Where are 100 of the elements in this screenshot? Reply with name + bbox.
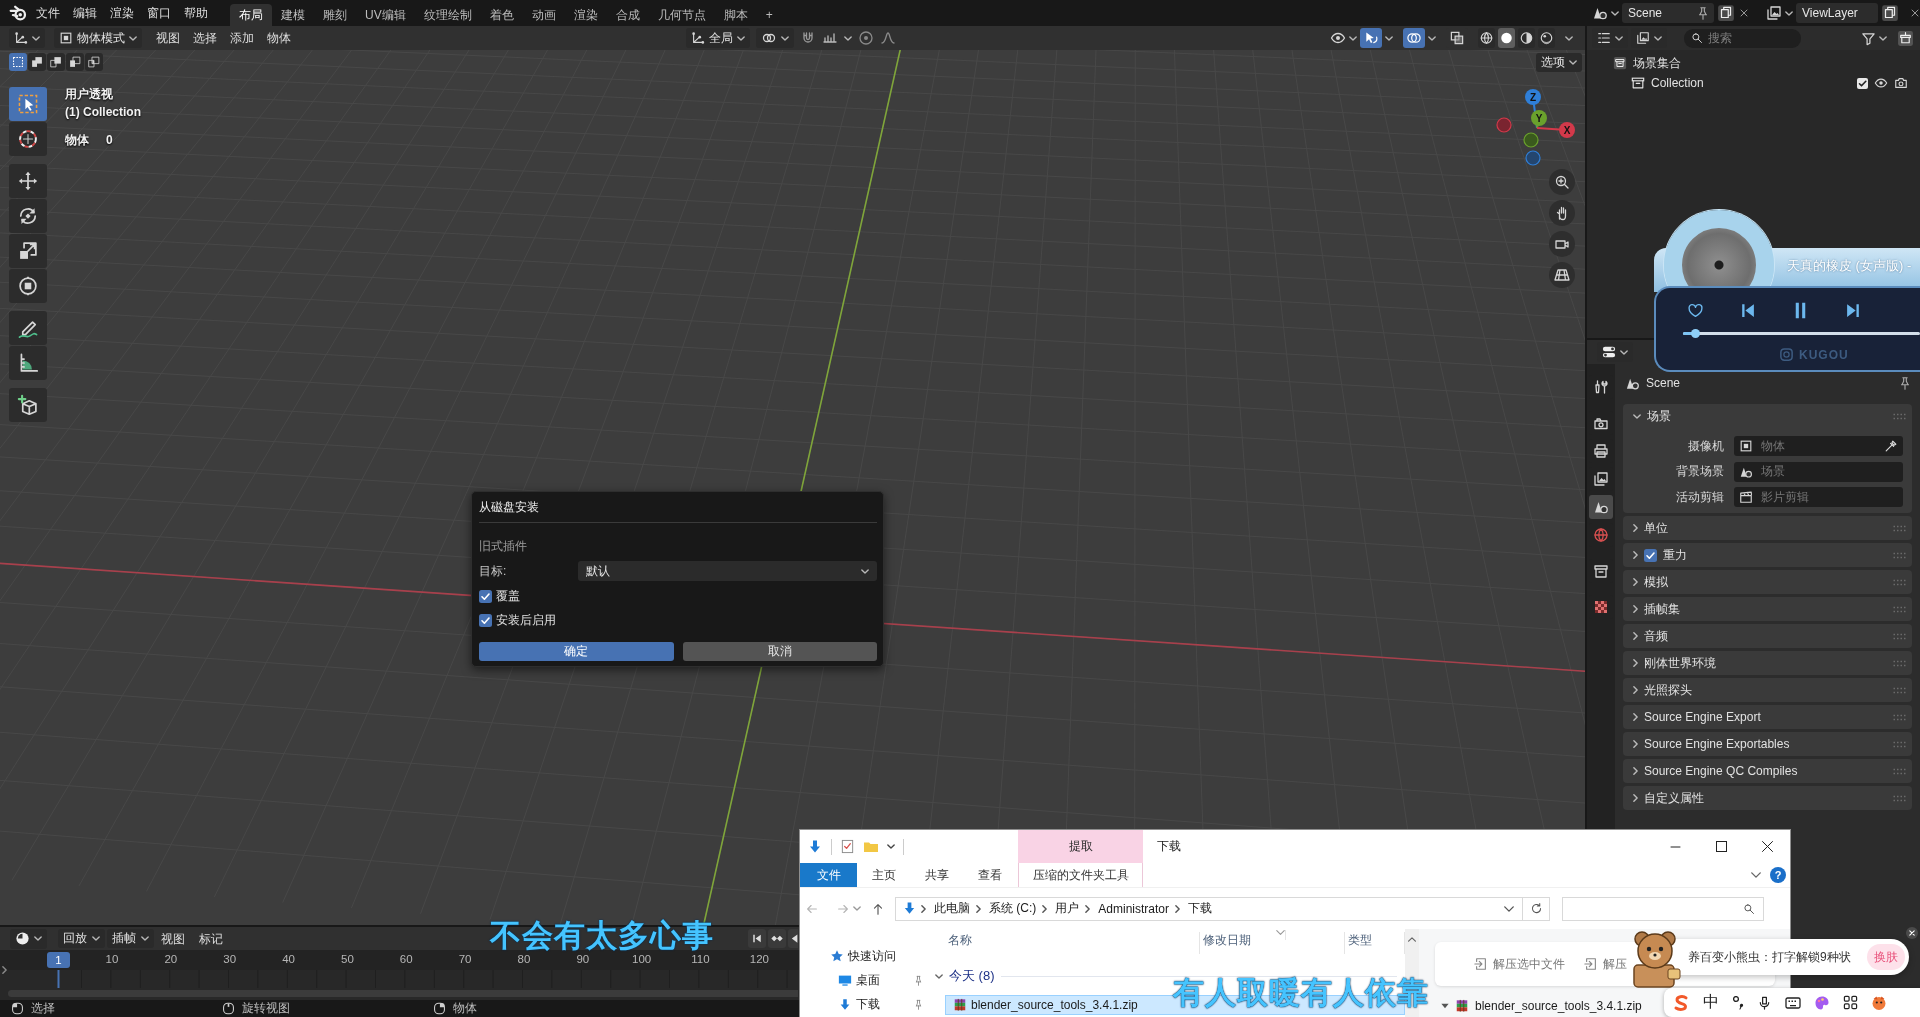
view-layer-field[interactable]: ViewLayer — [1796, 3, 1878, 23]
up-arrow-icon[interactable] — [871, 901, 885, 916]
axes-icon[interactable] — [14, 31, 28, 45]
clock-icon[interactable] — [15, 931, 30, 946]
heart-icon[interactable] — [1687, 301, 1704, 319]
slider-thumb[interactable] — [1690, 329, 1700, 338]
workspace-tab[interactable]: 布局 — [230, 4, 272, 26]
workspace-tab[interactable]: 雕刻 — [314, 4, 356, 26]
panel-title[interactable]: 光照探头 — [1644, 681, 1692, 699]
grip-icon[interactable] — [1893, 578, 1906, 586]
workspace-tab[interactable]: 动画 — [522, 4, 565, 26]
panel-title[interactable]: 单位 — [1644, 519, 1668, 537]
invert-squares-icon[interactable] — [66, 53, 84, 71]
copy-icon[interactable] — [1881, 4, 1899, 22]
ribbon-tab[interactable]: 共享 — [910, 863, 963, 887]
keyboard-icon[interactable] — [1785, 994, 1801, 1011]
timeline-scrollbar[interactable] — [8, 989, 798, 997]
caret-icon[interactable] — [737, 35, 745, 41]
scene-collection-icon[interactable] — [1613, 56, 1627, 70]
chevron-icon[interactable] — [921, 904, 926, 913]
checkbox-label[interactable]: 安装后启用 — [496, 611, 556, 629]
workspace-tab[interactable]: UV编辑 — [356, 4, 415, 26]
dashed-square-icon[interactable] — [9, 53, 27, 71]
add-workspace-button[interactable]: + — [756, 4, 782, 26]
cone-sphere-icon[interactable] — [1592, 5, 1608, 21]
chevron-icon[interactable] — [1633, 551, 1638, 559]
nav-item[interactable]: 快速访问 — [848, 947, 896, 965]
chevron-icon[interactable] — [1633, 713, 1638, 721]
workspace-tab[interactable]: 脚本 — [714, 4, 757, 26]
menu-dropdown[interactable]: 插帧 — [107, 929, 154, 948]
context-tab[interactable]: 提取 — [1018, 830, 1143, 863]
grid-icon[interactable] — [1843, 995, 1858, 1010]
cancel-button[interactable]: 取消 — [682, 642, 877, 661]
caret-icon[interactable] — [1428, 35, 1436, 41]
caret-icon[interactable] — [1504, 905, 1514, 912]
checklist-icon[interactable] — [840, 839, 855, 854]
eye-icon[interactable] — [1330, 30, 1346, 46]
ribbon-tab[interactable]: 文件 — [800, 863, 857, 887]
menu-item[interactable]: 视图 — [154, 928, 192, 949]
checkbox[interactable] — [479, 613, 492, 627]
caret-icon[interactable] — [844, 35, 852, 41]
stacked-images-icon[interactable] — [1636, 31, 1650, 45]
menu-dropdown[interactable]: 回放 — [58, 929, 105, 948]
panel-title[interactable]: Source Engine QC Compiles — [1644, 764, 1798, 778]
pin-icon[interactable] — [913, 999, 924, 1011]
chevron-icon[interactable] — [976, 904, 981, 913]
breadcrumb[interactable]: 用户 — [1053, 900, 1082, 917]
caret-icon[interactable] — [34, 936, 42, 941]
options-dropdown[interactable]: 选项 — [1536, 52, 1582, 72]
panel-title[interactable]: 插帧集 — [1644, 600, 1680, 618]
camera-field[interactable]: 物体 — [1734, 436, 1903, 456]
menu-item[interactable]: 添加 — [223, 28, 260, 48]
grip-icon[interactable] — [1893, 659, 1906, 667]
menu-item[interactable]: 帮助 — [177, 3, 214, 23]
refresh-icon[interactable] — [1529, 902, 1543, 915]
caret-icon[interactable] — [1349, 35, 1357, 41]
pin-icon[interactable] — [1898, 376, 1912, 390]
extract-icon[interactable] — [1584, 957, 1598, 971]
play-reverse-icon[interactable] — [788, 929, 798, 948]
chevron-icon[interactable] — [1633, 605, 1638, 613]
chevron-icon[interactable] — [1633, 524, 1638, 532]
close-icon[interactable] — [1761, 841, 1773, 852]
caret-icon[interactable] — [141, 936, 149, 941]
chevron-icon[interactable] — [1633, 578, 1638, 586]
up-caret-icon[interactable] — [1408, 937, 1416, 942]
eyedropper-icon[interactable] — [1884, 439, 1898, 453]
breadcrumb[interactable]: 此电脑 — [932, 900, 972, 917]
chevron-icon[interactable] — [935, 973, 943, 979]
panel-title[interactable]: 场景 — [1647, 407, 1671, 425]
menu-item[interactable]: 视图 — [149, 28, 186, 48]
grip-icon[interactable] — [1893, 794, 1906, 802]
falloff-curve-icon[interactable] — [880, 30, 896, 46]
pin-icon[interactable] — [913, 975, 924, 986]
caret-icon[interactable] — [92, 936, 100, 941]
close-icon[interactable] — [1906, 927, 1918, 939]
ribbon-tab[interactable]: 主页 — [857, 863, 910, 887]
chevron-icon[interactable] — [1633, 794, 1638, 802]
desktop-icon[interactable] — [838, 973, 852, 988]
ruler-icon[interactable] — [9, 346, 47, 380]
grip-icon[interactable] — [1893, 686, 1906, 694]
breadcrumb[interactable]: 下载 — [1186, 900, 1214, 917]
grip-icon[interactable] — [1893, 713, 1906, 721]
negative-axis-handle[interactable] — [1523, 132, 1539, 148]
group-header[interactable]: 今天 (8) — [949, 967, 995, 985]
magnet-icon[interactable] — [800, 30, 816, 46]
object-square-icon[interactable] — [1739, 439, 1753, 453]
nav-item[interactable]: 桌面 — [856, 972, 880, 989]
menu-item[interactable]: 物体 — [260, 28, 297, 48]
proportional-circle-icon[interactable] — [858, 30, 874, 46]
chevron-icon[interactable] — [1633, 767, 1638, 775]
scene-field[interactable]: Scene — [1622, 3, 1714, 23]
caret-icon[interactable] — [861, 568, 869, 574]
checkbox[interactable] — [479, 589, 492, 603]
extract-action[interactable]: 解压选中文件 — [1493, 955, 1565, 973]
microphone-icon[interactable] — [1757, 995, 1772, 1010]
axes-icon[interactable] — [691, 31, 705, 45]
grip-icon[interactable] — [1893, 412, 1906, 420]
camera-icon[interactable] — [1894, 76, 1908, 90]
caret-icon[interactable] — [1441, 1003, 1449, 1009]
caret-icon[interactable] — [1569, 59, 1577, 65]
